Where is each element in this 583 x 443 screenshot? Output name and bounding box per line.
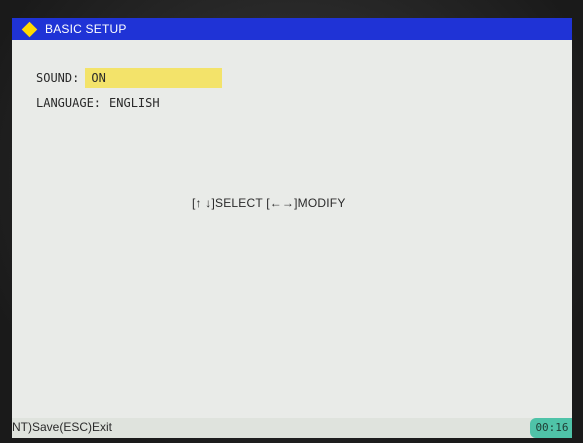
- sound-value[interactable]: ON: [85, 68, 223, 88]
- setting-row-sound[interactable]: SOUND: ON: [36, 68, 223, 88]
- page-title: BASIC SETUP: [45, 22, 127, 36]
- language-value[interactable]: ENGLISH: [109, 96, 160, 110]
- navigation-hint: [↑ ↓]SELECT [←→]MODIFY: [192, 196, 346, 210]
- sound-label: SOUND:: [36, 71, 80, 85]
- diamond-icon: [21, 21, 38, 37]
- key-hint: (ENT)Save(ESC)Exit: [12, 420, 113, 434]
- device-screen: BASIC SETUP SOUND: ON LANGUAGE: ENGLISH …: [12, 18, 572, 438]
- setting-row-language[interactable]: LANGUAGE: ENGLISH: [36, 94, 160, 112]
- status-bar: (ENT)Save(ESC)Exit 00:16: [12, 418, 572, 438]
- clock: 00:16: [530, 418, 572, 438]
- title-bar: BASIC SETUP: [12, 18, 572, 40]
- language-label: LANGUAGE:: [36, 96, 102, 110]
